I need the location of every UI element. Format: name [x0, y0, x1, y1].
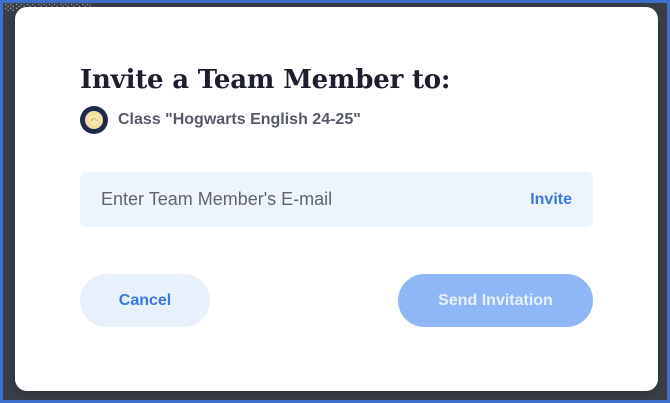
modal-title: Invite a Team Member to: — [80, 65, 451, 95]
email-field[interactable] — [80, 172, 500, 227]
background-text-fragment: ▎ — [3, 359, 15, 383]
cancel-button[interactable]: Cancel — [80, 274, 210, 327]
class-avatar-icon — [80, 106, 108, 134]
class-name: Class "Hogwarts English 24-25" — [118, 111, 361, 128]
class-info: Class "Hogwarts English 24-25" — [80, 106, 361, 134]
invite-modal: Invite a Team Member to: Class "Hogwarts… — [15, 7, 658, 391]
invite-button[interactable]: Invite — [530, 172, 572, 227]
background-text-fragment: ▎ — [3, 333, 15, 357]
email-field-container: Invite — [80, 172, 593, 227]
send-invitation-button[interactable]: Send Invitation — [398, 274, 593, 327]
